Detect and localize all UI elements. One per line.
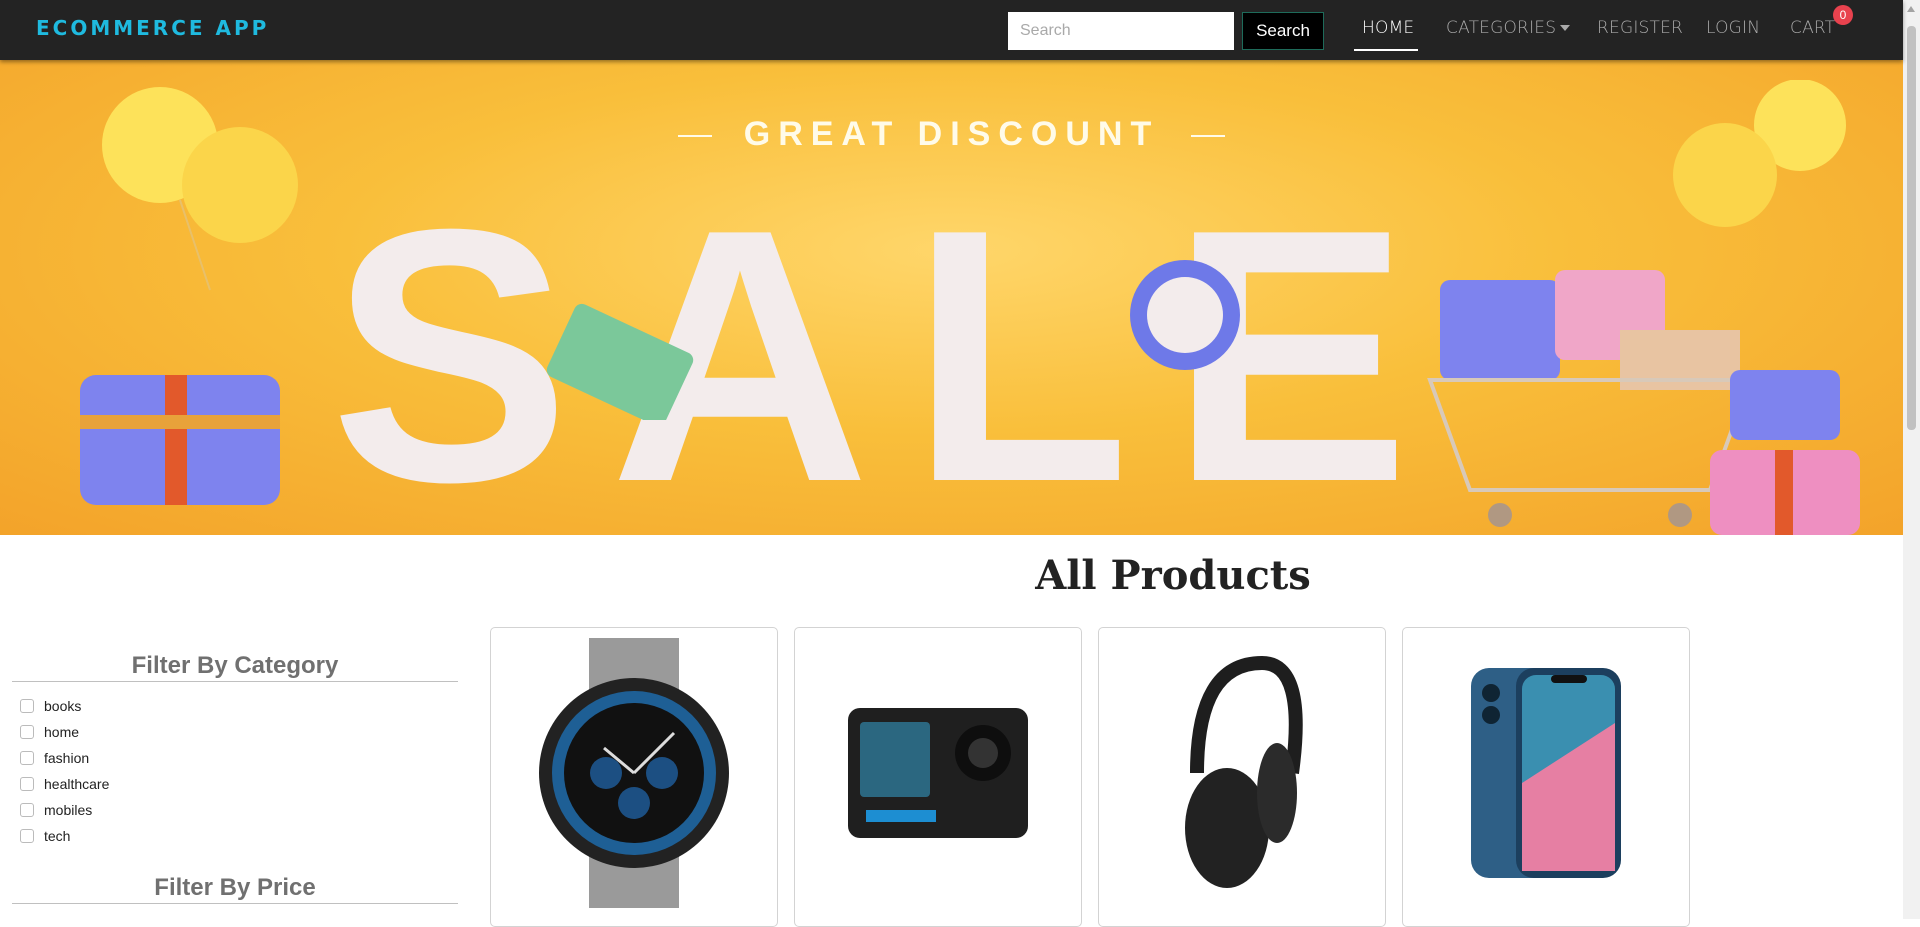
category-label: books <box>44 698 82 714</box>
brand-logo[interactable]: ECOMMERCE APP <box>36 16 269 40</box>
smartphone-icon <box>1471 668 1621 878</box>
headphones-icon <box>1185 655 1303 888</box>
filter-price-title: Filter By Price <box>12 874 458 904</box>
product-image[interactable] <box>501 638 767 908</box>
nav-categories-label: CATEGORIES <box>1446 18 1557 38</box>
category-filter-item[interactable]: home <box>20 723 79 741</box>
category-checkbox[interactable] <box>20 803 34 817</box>
category-checkbox[interactable] <box>20 725 34 739</box>
top-navbar: ECOMMERCE APP Search HOME CATEGORIES REG… <box>0 0 1903 60</box>
page-title: All Products <box>1035 552 1311 599</box>
action-camera-icon <box>848 708 1028 838</box>
category-label: healthcare <box>44 776 110 792</box>
filter-category-title: Filter By Category <box>12 652 458 682</box>
category-filter-item[interactable]: healthcare <box>20 775 109 793</box>
category-checkbox[interactable] <box>20 829 34 843</box>
credit-card-icon <box>546 303 694 420</box>
category-checkbox[interactable] <box>20 699 34 713</box>
watch-icon <box>539 638 729 908</box>
nav-home-link[interactable]: HOME <box>1362 18 1414 38</box>
product-card[interactable] <box>1098 627 1386 927</box>
nav-login-link[interactable]: LOGIN <box>1706 18 1760 38</box>
category-filter-item[interactable]: books <box>20 697 81 715</box>
gift-box-right-icon <box>1710 370 1860 535</box>
product-card[interactable] <box>490 627 778 927</box>
category-label: home <box>44 724 80 740</box>
chevron-down-icon <box>1560 25 1571 31</box>
product-image[interactable] <box>1413 638 1679 908</box>
category-label: mobiles <box>44 802 93 818</box>
active-nav-indicator <box>1354 49 1418 51</box>
sale-banner[interactable]: GREAT DISCOUNT SALE <box>0 60 1903 535</box>
category-checkbox[interactable] <box>20 777 34 791</box>
scrollbar-thumb[interactable] <box>1907 26 1916 430</box>
category-filter-item[interactable]: mobiles <box>20 801 92 819</box>
search-input[interactable] <box>1008 12 1234 50</box>
product-card[interactable] <box>794 627 1082 927</box>
category-filter-item[interactable]: tech <box>20 827 70 845</box>
sale-illustration: SALE <box>330 180 1450 500</box>
gift-box-left-icon <box>80 375 280 505</box>
search-button[interactable]: Search <box>1242 12 1324 50</box>
balloons-left-icon <box>102 87 298 291</box>
alarm-clock-icon <box>1130 260 1240 370</box>
cart-count-badge: 0 <box>1833 5 1853 25</box>
product-card[interactable] <box>1402 627 1690 927</box>
nav-cart-link[interactable]: CART <box>1790 18 1835 38</box>
product-image[interactable] <box>805 638 1071 908</box>
scroll-up-arrow-icon[interactable] <box>1907 6 1915 12</box>
category-checkbox[interactable] <box>20 751 34 765</box>
nav-categories-dropdown[interactable]: CATEGORIES <box>1446 18 1571 38</box>
product-image[interactable] <box>1109 638 1375 908</box>
category-label: tech <box>44 828 71 844</box>
nav-register-link[interactable]: REGISTER <box>1597 18 1683 38</box>
banner-big-word: SALE <box>330 180 1450 500</box>
category-label: fashion <box>44 750 90 766</box>
category-filter-item[interactable]: fashion <box>20 749 89 767</box>
